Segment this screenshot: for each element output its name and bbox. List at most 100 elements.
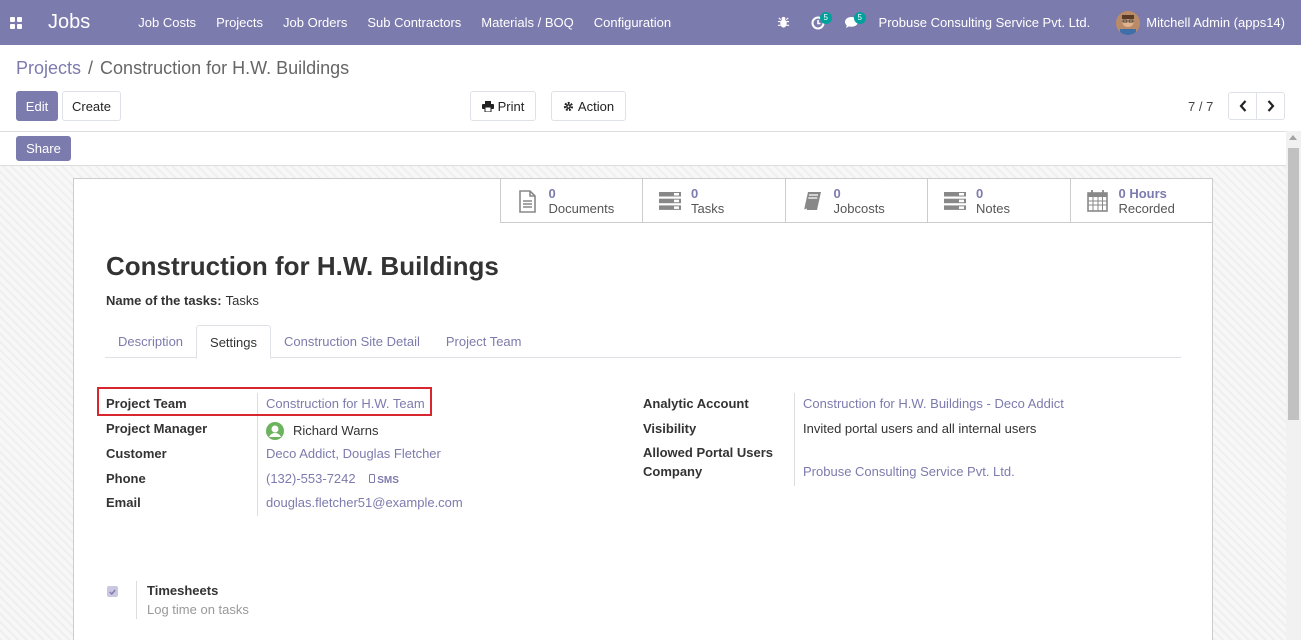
project-manager-value: Richard Warns (293, 423, 379, 439)
allowed-portal-users-value[interactable] (794, 442, 803, 461)
smart-buttons: 0 Documents 0 Tasks 0 Jobcosts 0 Notes 0… (499, 179, 1213, 223)
action-button[interactable]: Action (551, 91, 626, 121)
project-manager-label: Project Manager (106, 420, 208, 436)
user-avatar (1116, 10, 1141, 35)
main-menu: Job Costs Projects Job Orders Sub Contra… (128, 0, 681, 45)
activity-clock-icon[interactable]: 5 (801, 0, 835, 45)
top-navbar: Jobs Job Costs Projects Job Orders Sub C… (0, 0, 1301, 45)
timesheets-divider (136, 581, 137, 619)
pager-next-button[interactable] (1256, 92, 1285, 120)
print-label: Print (497, 98, 525, 114)
scroll-up-arrow-icon[interactable] (1289, 135, 1297, 140)
tasks-name-field: Name of the tasks: Tasks (106, 293, 259, 308)
documents-smart-button[interactable]: 0 Documents (499, 179, 643, 223)
tasks-name-label: Name of the tasks: (106, 293, 222, 308)
tab-project-team[interactable]: Project Team (433, 325, 535, 358)
tasks-smart-button[interactable]: 0 Tasks (642, 179, 785, 223)
jobcosts-count: 0 (833, 186, 841, 201)
apps-menu-icon[interactable] (0, 0, 32, 45)
pager-value[interactable]: 7 / 7 (1188, 99, 1213, 114)
sms-button[interactable]: SMS (369, 473, 399, 486)
breadcrumb-separator: / (88, 58, 94, 78)
breadcrumb: Projects / Construction for H.W. Buildings (16, 58, 349, 79)
sms-label: SMS (377, 474, 399, 486)
tasks-label: Tasks (691, 201, 725, 216)
company-switcher[interactable]: Probuse Consulting Service Pvt. Ltd. (879, 15, 1091, 30)
email-label: Email (106, 495, 141, 510)
menu-projects[interactable]: Projects (206, 0, 273, 45)
tab-settings[interactable]: Settings (196, 325, 272, 359)
analytic-account-label: Analytic Account (643, 396, 749, 411)
breadcrumb-current: Construction for H.W. Buildings (100, 58, 350, 78)
project-manager-field[interactable]: Richard Warns (257, 417, 379, 442)
debug-bug-icon[interactable] (767, 0, 801, 45)
edit-button[interactable]: Edit (16, 91, 58, 121)
user-name: Mitchell Admin (apps14) (1146, 15, 1285, 30)
navbar-right: 5 5 Probuse Consulting Service Pvt. Ltd.… (767, 0, 1301, 45)
gear-icon (563, 101, 574, 111)
share-button[interactable]: Share (16, 136, 71, 161)
visibility-label: Visibility (643, 420, 697, 436)
form-sheet: 0 Documents 0 Tasks 0 Jobcosts 0 Notes 0… (73, 178, 1213, 640)
customer-value[interactable]: Deco Addict, Douglas Fletcher (257, 442, 441, 467)
visibility-value[interactable]: Invited portal users and all internal us… (794, 417, 1036, 442)
create-button[interactable]: Create (62, 91, 121, 121)
hours-label: Recorded (1118, 201, 1175, 216)
calendar-icon (1087, 189, 1109, 213)
jobcosts-smart-button[interactable]: 0 Jobcosts (784, 179, 928, 223)
notes-smart-button[interactable]: 0 Notes (927, 179, 1070, 223)
tasks-icon (659, 189, 681, 213)
notes-label: Notes (976, 201, 1010, 216)
notebook-tabs: Description Settings Construction Site D… (105, 325, 1181, 359)
menu-materials-boq[interactable]: Materials / BOQ (471, 0, 583, 45)
scroll-thumb[interactable] (1288, 148, 1299, 420)
tab-construction-site-detail[interactable]: Construction Site Detail (271, 325, 433, 358)
phone-label: Phone (106, 470, 146, 486)
documents-count: 0 (548, 186, 556, 201)
menu-job-costs[interactable]: Job Costs (128, 0, 206, 45)
mobile-phone-icon (369, 473, 376, 483)
user-avatar-icon (266, 421, 284, 440)
chevron-right-icon (1267, 100, 1274, 112)
right-field-group: Analytic Account Construction for H.W. B… (643, 393, 1064, 486)
tasks-count: 0 (691, 186, 699, 201)
email-value[interactable]: douglas.fletcher51@example.com (257, 491, 463, 516)
phone-field: (132)-553-7242 SMS (257, 466, 399, 491)
form-statusbar (0, 131, 1301, 166)
pager-previous-button[interactable] (1228, 92, 1257, 120)
timesheets-checkbox[interactable] (107, 586, 118, 597)
menu-configuration[interactable]: Configuration (584, 0, 681, 45)
chevron-left-icon (1239, 100, 1246, 112)
notes-count: 0 (976, 186, 984, 201)
menu-job-orders[interactable]: Job Orders (273, 0, 357, 45)
book-icon (802, 189, 824, 213)
messages-count-badge: 5 (853, 12, 866, 24)
company-label: Company (643, 464, 703, 479)
allowed-portal-users-label: Allowed Portal Users (643, 445, 774, 460)
activity-count-badge: 5 (819, 12, 832, 24)
print-button[interactable]: Print (470, 91, 536, 121)
hours-value: 0 Hours (1118, 186, 1167, 201)
checkmark-icon (109, 589, 116, 595)
tasks-name-value[interactable]: Tasks (226, 293, 259, 308)
breadcrumb-projects-link[interactable]: Projects (16, 58, 81, 78)
scrollbar[interactable] (1286, 131, 1301, 640)
print-icon (481, 100, 494, 112)
menu-sub-contractors[interactable]: Sub Contractors (357, 0, 471, 45)
notes-icon (944, 189, 966, 213)
project-team-highlight-box (97, 387, 432, 416)
analytic-account-value[interactable]: Construction for H.W. Buildings - Deco A… (794, 393, 1064, 418)
jobcosts-label: Jobcosts (833, 201, 885, 216)
document-icon (517, 189, 539, 213)
customer-label: Customer (106, 446, 167, 461)
phone-value[interactable]: (132)-553-7242 (266, 471, 356, 486)
company-value[interactable]: Probuse Consulting Service Pvt. Ltd. (794, 461, 1015, 486)
hours-recorded-smart-button[interactable]: 0 Hours Recorded (1069, 179, 1213, 223)
timesheets-help: Log time on tasks (147, 602, 249, 617)
app-name[interactable]: Jobs (48, 11, 90, 34)
user-menu[interactable]: Mitchell Admin (apps14) (1116, 10, 1285, 35)
record-title: Construction for H.W. Buildings (106, 251, 499, 281)
messages-chat-icon[interactable]: 5 (835, 0, 869, 45)
tab-description[interactable]: Description (105, 325, 196, 358)
action-label: Action (577, 98, 615, 114)
